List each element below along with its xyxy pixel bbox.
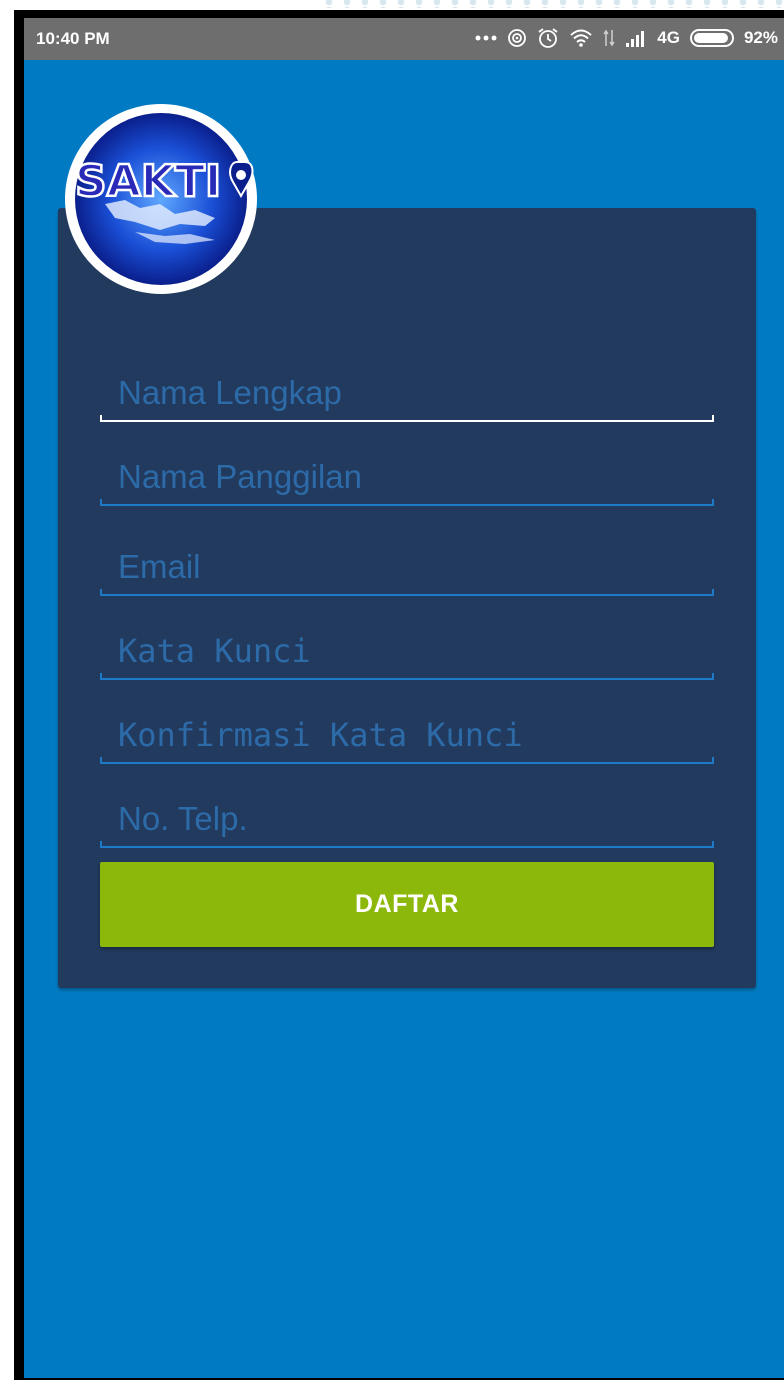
alarm-icon — [537, 27, 559, 49]
status-bar: 10:40 PM 4G 92% — [24, 18, 784, 60]
decorative-dots — [320, 0, 784, 8]
full-name-placeholder: Nama Lengkap — [118, 374, 342, 411]
wifi-icon — [569, 28, 593, 48]
field-underline — [100, 589, 714, 596]
battery-percent: 92% — [743, 28, 778, 47]
more-dots-icon — [475, 34, 497, 42]
data-transfer-icon — [603, 28, 615, 48]
status-icons: 4G 92% — [475, 26, 778, 50]
password-field[interactable]: Kata Kunci — [100, 620, 714, 680]
nickname-field[interactable]: Nama Panggilan — [100, 446, 714, 506]
sakti-logo: SAKTI — [65, 104, 257, 294]
battery-icon — [689, 29, 734, 47]
field-underline — [100, 415, 714, 422]
nickname-placeholder: Nama Panggilan — [118, 458, 362, 495]
email-placeholder: Email — [118, 548, 201, 585]
hotspot-icon — [507, 28, 527, 48]
phone-placeholder: No. Telp. — [118, 800, 248, 837]
signal-icon — [625, 29, 647, 47]
field-underline — [100, 841, 714, 848]
page: 10:40 PM 4G 92% SAKTI Nama Lengkap Nama … — [0, 0, 784, 1380]
password-placeholder: Kata Kunci — [118, 632, 311, 670]
phone-field[interactable]: No. Telp. — [100, 788, 714, 848]
logo-text: SAKTI — [75, 156, 221, 207]
field-underline — [100, 673, 714, 680]
field-underline — [100, 499, 714, 506]
email-field[interactable]: Email — [100, 536, 714, 596]
network-type: 4G — [657, 28, 680, 47]
confirm-password-placeholder: Konfirmasi Kata Kunci — [118, 716, 523, 754]
full-name-field[interactable]: Nama Lengkap — [100, 362, 714, 422]
register-screen: SAKTI Nama Lengkap Nama Panggilan Email … — [24, 60, 784, 1378]
confirm-password-field[interactable]: Konfirmasi Kata Kunci — [100, 704, 714, 764]
field-underline — [100, 757, 714, 764]
status-time: 10:40 PM — [36, 29, 110, 48]
register-button[interactable]: DAFTAR — [100, 862, 714, 947]
